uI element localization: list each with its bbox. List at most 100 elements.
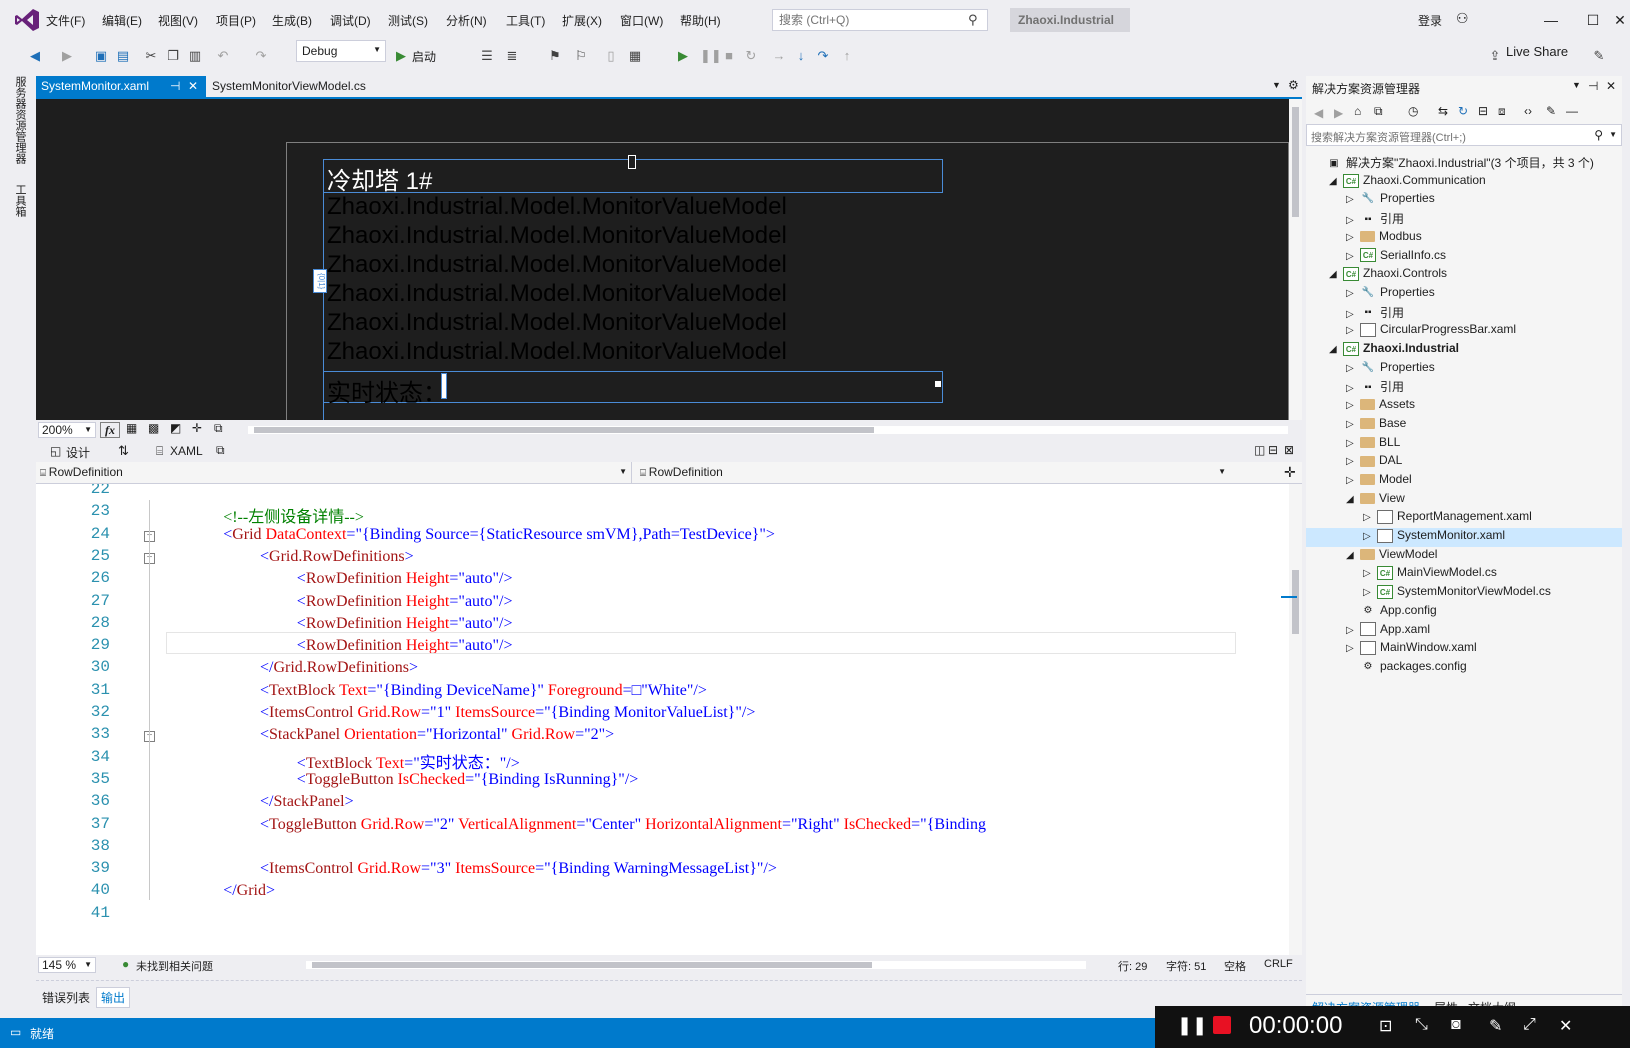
start-button-label[interactable]: 启动 xyxy=(412,48,436,65)
format-icon[interactable]: ☰ xyxy=(480,46,494,66)
panel-menu-icon[interactable]: ▼ xyxy=(1572,80,1581,90)
tree-item[interactable]: ▷ C# SystemMonitorViewModel.cs xyxy=(1306,584,1622,603)
editor-vertical-scrollbar[interactable] xyxy=(1281,484,1302,955)
menu-item[interactable]: 窗口(W) xyxy=(620,12,663,29)
code-line[interactable]: <RowDefinition Height="auto"/> xyxy=(297,570,513,588)
scroll-thumb[interactable] xyxy=(1292,107,1299,217)
back-icon[interactable]: ◀ xyxy=(28,46,42,66)
code-line[interactable]: </Grid.RowDefinitions> xyxy=(260,659,418,677)
forward-icon[interactable]: ▶ xyxy=(60,46,74,66)
line-indicator[interactable]: 行: 29 xyxy=(1118,958,1147,974)
tree-item[interactable]: ▷ SystemMonitor.xaml xyxy=(1306,528,1622,547)
split-editor-icon[interactable]: ✛ xyxy=(1284,464,1296,481)
breakpoint-all-icon[interactable]: ⚐ xyxy=(574,46,588,66)
forward-icon[interactable]: ▶ xyxy=(1334,106,1343,120)
designer-zoom-dropdown[interactable]: 200% ▼ xyxy=(38,422,96,438)
toolbox-tab[interactable]: 工具箱 xyxy=(12,184,28,224)
menu-item[interactable]: 编辑(E) xyxy=(102,12,142,29)
tree-item[interactable]: ▷ 🔧 Properties xyxy=(1306,360,1622,379)
expand-arrow-icon[interactable]: ▷ xyxy=(1363,568,1377,579)
stop-icon[interactable]: ■ xyxy=(722,46,736,66)
navigation-right-dropdown[interactable]: ⌸ RowDefinition ▼ xyxy=(636,462,1230,484)
close-tab-icon[interactable]: ✕ xyxy=(188,79,198,93)
expand-arrow-icon[interactable]: ▷ xyxy=(1346,251,1360,262)
tree-item[interactable]: ◢ C# Zhaoxi.Industrial xyxy=(1306,341,1622,360)
artboard-bg-icon[interactable]: ◩ xyxy=(170,421,181,435)
login-link[interactable]: 登录 xyxy=(1418,12,1442,29)
grid-toggle-icon[interactable]: ▦ xyxy=(126,421,137,435)
effects-icon[interactable]: ⧉ xyxy=(214,421,223,436)
server-explorer-tab[interactable]: 服务器资源管理器 xyxy=(12,76,28,176)
tree-item[interactable]: ◢ C# Zhaoxi.Controls xyxy=(1306,266,1622,285)
designer-horizontal-scrollbar[interactable] xyxy=(248,426,1288,434)
pin-icon[interactable]: ⊣ xyxy=(1588,79,1598,93)
refresh-icon[interactable]: ↻ xyxy=(1458,104,1468,118)
code-line[interactable]: <RowDefinition Height="auto"/> xyxy=(297,615,513,633)
design-view-icon[interactable]: ◱ xyxy=(50,444,61,458)
code-line[interactable]: <TextBlock Text="实时状态："/> xyxy=(297,749,520,773)
expand-arrow-icon[interactable]: ▷ xyxy=(1346,232,1360,243)
comment-icon[interactable]: ≣ xyxy=(505,46,519,66)
expand-arrow-icon[interactable]: ◢ xyxy=(1346,494,1360,505)
code-line[interactable]: <ToggleButton IsChecked="{Binding IsRunn… xyxy=(297,771,638,789)
maximize-icon[interactable]: ☐ xyxy=(1578,8,1608,32)
step-out-icon[interactable]: ↑ xyxy=(840,46,854,66)
code-line[interactable]: <ItemsControl Grid.Row="1" ItemsSource="… xyxy=(260,704,755,722)
grid-icon[interactable]: ▦ xyxy=(628,46,642,66)
expand-arrow-icon[interactable]: ▷ xyxy=(1346,625,1360,636)
grid-adorner-handle[interactable] xyxy=(628,155,636,169)
code-line[interactable]: <StackPanel Orientation="Horizontal" Gri… xyxy=(260,726,614,744)
tab-list-dropdown-icon[interactable]: ▼ xyxy=(1272,80,1281,90)
popout-xaml-icon[interactable]: ⧉ xyxy=(216,443,225,458)
code-line[interactable]: </Grid> xyxy=(223,882,275,900)
tree-item[interactable]: ▷ ▪▪ 引用 xyxy=(1306,210,1622,229)
scroll-thumb[interactable] xyxy=(1292,570,1299,634)
tree-item[interactable]: ◢ View xyxy=(1306,491,1622,510)
expand-arrow-icon[interactable]: ▷ xyxy=(1363,512,1377,523)
properties-icon[interactable]: ✎ xyxy=(1546,104,1556,118)
tree-item[interactable]: ▷ 🔧 Properties xyxy=(1306,285,1622,304)
expand-arrow-icon[interactable]: ▷ xyxy=(1346,475,1360,486)
collapse-pane-icon[interactable]: ⊠ xyxy=(1284,443,1294,457)
configuration-dropdown[interactable]: Debug ▼ xyxy=(296,40,386,62)
tree-item[interactable]: ▷ CircularProgressBar.xaml xyxy=(1306,322,1622,341)
tree-item[interactable]: ⚙ packages.config xyxy=(1306,659,1622,678)
menu-item[interactable]: 分析(N) xyxy=(446,12,487,29)
tab-systemmonitor-xaml[interactable]: SystemMonitor.xaml ⊣ ✕ xyxy=(36,76,206,98)
save-all-icon[interactable]: ▤ xyxy=(116,46,130,66)
tree-item[interactable]: ▷ MainWindow.xaml xyxy=(1306,640,1622,659)
stop-record-icon[interactable] xyxy=(1213,1016,1231,1034)
expand-arrow-icon[interactable]: ▷ xyxy=(1346,288,1360,299)
scroll-thumb[interactable] xyxy=(312,962,872,968)
menu-item[interactable]: 文件(F) xyxy=(46,12,85,29)
expand-arrow-icon[interactable]: ▷ xyxy=(1346,456,1360,467)
whitespace-indicator[interactable]: 空格 xyxy=(1224,958,1246,974)
scroll-thumb[interactable] xyxy=(254,427,874,433)
toggle-button-preview[interactable] xyxy=(441,373,447,399)
xaml-code-editor[interactable]: 22 23 <!--左侧设备详情--> 24 <Grid DataContext="{B… xyxy=(36,484,1289,955)
switch-views-icon[interactable]: ⧉ xyxy=(1374,104,1383,119)
tree-item[interactable]: ▷ Model xyxy=(1306,472,1622,491)
tab-systemmonitorviewmodel-cs[interactable]: SystemMonitorViewModel.cs xyxy=(206,76,386,98)
pause-icon[interactable]: ❚❚ xyxy=(700,46,722,66)
menu-item[interactable]: 测试(S) xyxy=(388,12,428,29)
step-into-icon[interactable]: ↓ xyxy=(794,46,808,66)
tree-item[interactable]: ▷ ▪▪ 引用 xyxy=(1306,378,1622,397)
resize-handle[interactable] xyxy=(935,381,941,387)
user-icon[interactable]: ⚇ xyxy=(1456,10,1469,27)
tree-item[interactable]: ◢ C# Zhaoxi.Communication xyxy=(1306,173,1622,192)
resize-icon[interactable]: ⤢ xyxy=(1523,1016,1536,1034)
screen-capture-icon[interactable]: ⊡ xyxy=(1379,1016,1392,1036)
camera-icon[interactable]: ◙ xyxy=(1451,1016,1461,1034)
expand-arrow-icon[interactable]: ◢ xyxy=(1329,176,1343,187)
code-line[interactable]: <ItemsControl Grid.Row="3" ItemsSource="… xyxy=(260,860,777,878)
save-icon[interactable]: ▣ xyxy=(94,46,108,66)
sync-icon[interactable]: ⇆ xyxy=(1438,104,1448,118)
issues-status[interactable]: 未找到相关问题 xyxy=(136,958,213,974)
preview-icon[interactable]: — xyxy=(1566,104,1578,118)
tree-item[interactable]: ▷ Base xyxy=(1306,416,1622,435)
settings-icon[interactable]: ⚙ xyxy=(1288,78,1299,92)
expand-arrow-icon[interactable]: ▷ xyxy=(1346,438,1360,449)
close-recorder-icon[interactable]: ✕ xyxy=(1559,1016,1572,1036)
design-view-tab[interactable]: 设计 xyxy=(66,444,90,461)
